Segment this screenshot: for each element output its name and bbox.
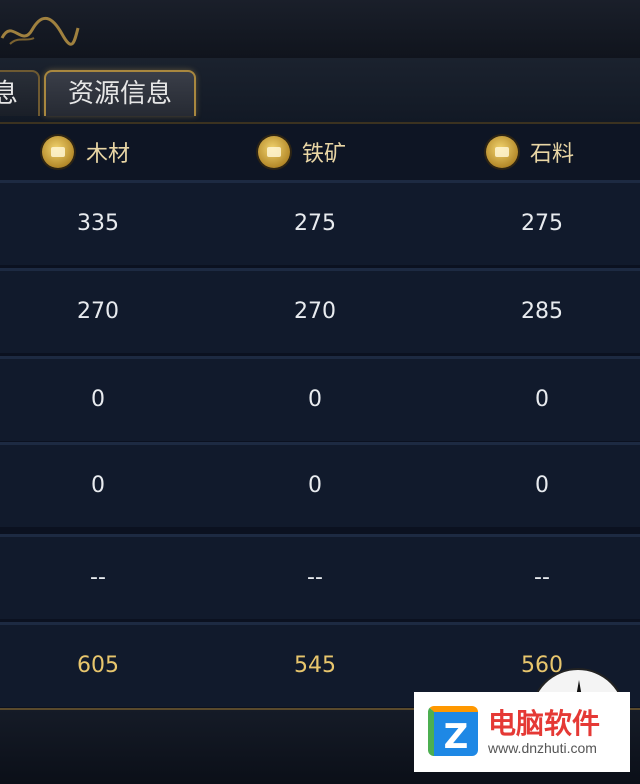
table-row: 270 270 285 xyxy=(0,268,640,353)
watermark-url: www.dnzhuti.com xyxy=(488,740,597,756)
watermark-title: 电脑软件 xyxy=(488,707,601,740)
column-label: 木材 xyxy=(86,142,131,167)
table-row: 0 0 0 xyxy=(0,442,640,527)
column-header-iron: 铁矿 xyxy=(258,124,346,180)
column-header-wood: 木材 xyxy=(42,124,130,180)
table-cell: 270 xyxy=(294,299,336,324)
total-cell: 545 xyxy=(294,653,336,678)
table-cell: 335 xyxy=(77,211,119,236)
table-row: -- -- -- xyxy=(0,534,640,619)
table-row: 335 275 275 xyxy=(0,180,640,265)
table-cell: 270 xyxy=(77,299,119,324)
table-cell: 285 xyxy=(521,299,563,324)
table-cell: 0 xyxy=(91,387,105,412)
table-cell: 275 xyxy=(294,211,336,236)
total-cell: 605 xyxy=(77,653,119,678)
table-header: 木材 铁矿 石料 xyxy=(0,124,640,180)
stone-icon xyxy=(486,136,518,168)
table-cell: 0 xyxy=(308,473,322,498)
dragon-ornament-icon xyxy=(0,17,80,46)
table-cell: -- xyxy=(307,565,323,590)
table-cell: 0 xyxy=(91,473,105,498)
watermark: Z 电脑软件 www.dnzhuti.com xyxy=(414,692,630,772)
top-bar xyxy=(0,0,640,59)
tab-resource-info[interactable]: 资源信息 xyxy=(44,70,196,116)
watermark-logo-icon: Z xyxy=(428,706,478,757)
table-cell: 0 xyxy=(308,387,322,412)
table-cell: -- xyxy=(534,565,550,590)
column-label: 石料 xyxy=(530,142,575,167)
table-row: 0 0 0 xyxy=(0,356,640,441)
tab-partial-info[interactable]: 息 xyxy=(0,70,40,116)
column-header-stone: 石料 xyxy=(486,124,574,180)
column-label: 铁矿 xyxy=(302,142,347,167)
table-cell: 0 xyxy=(535,387,549,412)
iron-icon xyxy=(258,136,290,168)
table-cell: 275 xyxy=(521,211,563,236)
table-cell: -- xyxy=(90,565,106,590)
table-cell: 0 xyxy=(535,473,549,498)
wood-icon xyxy=(42,136,74,168)
